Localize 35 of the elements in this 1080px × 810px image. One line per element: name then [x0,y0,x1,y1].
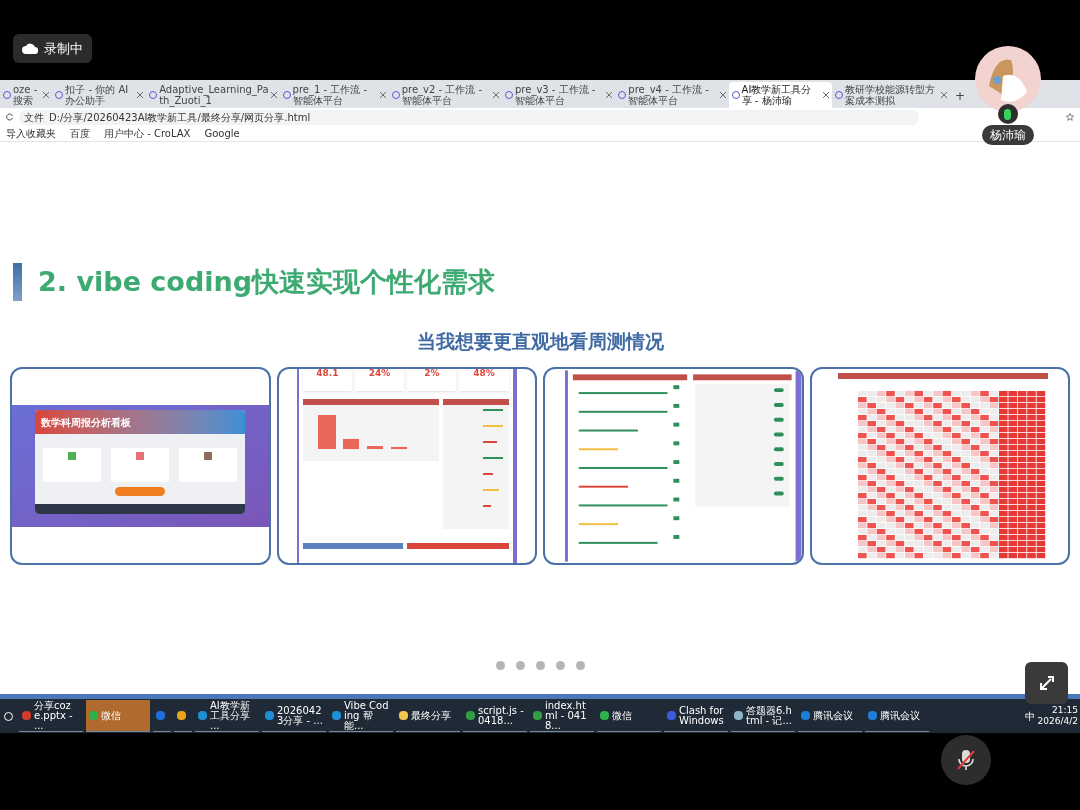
tab-title: 扣子 - 你的 AI 办公助手 [65,84,130,106]
address-prefix: 文件 [24,110,44,125]
clock-date: 2026/4/2 [1037,716,1078,728]
tab-title: 教研学校能源转型方案成本测拟 [845,84,937,106]
tab-title: pre_v3 - 工作流 - 智能体平台 [515,84,597,106]
taskbar-label: 微信 [101,710,121,721]
tab-title: oze - 搜索 [13,84,39,106]
slide-subtitle: 当我想要更直观地看周测情况 [415,328,665,354]
taskbar-label: 分享coze.pptx - ... [34,700,74,731]
recording-label: 录制中 [44,39,83,58]
taskbar-label: script.js - 0418... [478,705,524,726]
stat-value: 24% [368,369,391,380]
taskbar-label: index.html - 0418... [545,700,588,731]
tab-title: pre_v2 - 工作流 - 智能体平台 [401,84,484,106]
clock-time: 21:15 [1052,704,1078,716]
dashboard-title: 数学科周报分析看板 [41,415,132,430]
taskbar-label: AI教学新工具分享 ... [210,700,251,731]
stat-value: 48% [473,369,495,380]
taskbar-label: 答题器6.html - 记... [746,705,792,726]
stat-value: 2% [424,369,440,380]
taskbar-label: Vibe Coding 帮能... [344,700,390,731]
tab-title: Adaptive_Learning_Path_Zuoti_1 [159,84,269,106]
tab-title: pre_1 - 工作流 - 智能体平台 [292,84,369,106]
taskbar-label: 腾讯会议 [813,710,853,721]
participant-name: 杨沛瑜 [981,125,1034,145]
taskbar-label: Clash for Windows [679,705,725,726]
taskbar-label: 微信 [612,710,632,721]
address-url: D:/分享/20260423AI教学新工具/最终分享/网页分享.html [49,110,311,125]
stat-value: 48.1 [316,369,339,380]
slide-heading: 2. vibe coding快速实现个性化需求 [38,265,496,299]
taskbar-label: 20260423分享 - ... [277,705,323,726]
taskbar-label: 腾讯会议 [880,710,920,721]
tab-title: pre_v4 - 工作流 - 智能体平台 [628,84,710,106]
tab-title: AI教学新工具分享 - 杨沛瑜 [741,84,813,106]
taskbar-label: 最终分享 [411,710,451,721]
